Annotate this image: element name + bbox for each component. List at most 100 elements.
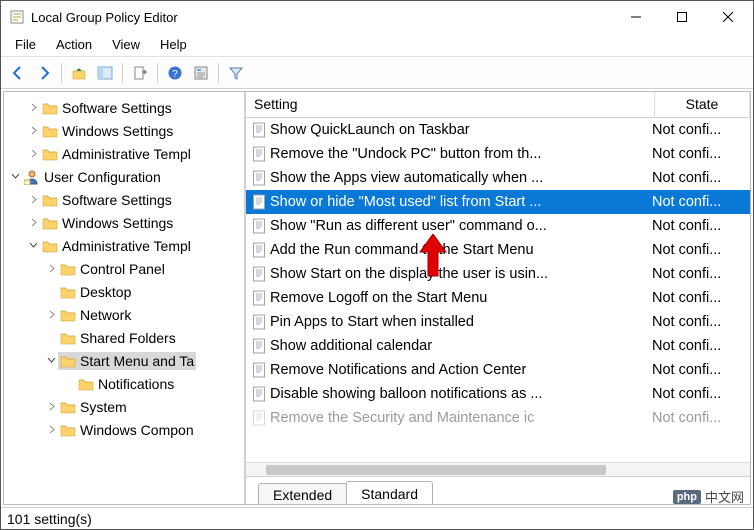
horizontal-scrollbar[interactable]	[246, 462, 750, 476]
tree-item[interactable]: Shared Folders	[4, 326, 244, 349]
collapse-icon[interactable]	[44, 356, 58, 365]
setting-state: Not confi...	[652, 338, 744, 354]
tree-item[interactable]: Control Panel	[4, 257, 244, 280]
expand-icon[interactable]	[26, 149, 40, 158]
setting-state: Not confi...	[652, 386, 744, 402]
setting-name: Show or hide "Most used" list from Start…	[270, 194, 652, 210]
policy-item-icon	[252, 386, 266, 402]
list-row[interactable]: Show or hide "Most used" list from Start…	[246, 190, 750, 214]
setting-name: Show QuickLaunch on Taskbar	[270, 122, 652, 138]
folder-icon	[60, 307, 76, 323]
close-button[interactable]	[705, 1, 751, 33]
watermark-text: 中文网	[705, 487, 744, 506]
setting-state: Not confi...	[652, 290, 744, 306]
folder-icon	[60, 330, 76, 346]
column-header-setting[interactable]: Setting	[246, 92, 655, 117]
menu-help[interactable]: Help	[150, 35, 197, 54]
list-row[interactable]: Show the Apps view automatically when ..…	[246, 166, 750, 190]
policy-item-icon	[252, 314, 266, 330]
tree-panel[interactable]: Software SettingsWindows SettingsAdminis…	[4, 92, 246, 504]
folder-icon	[60, 261, 76, 277]
expand-icon[interactable]	[26, 126, 40, 135]
tree-item[interactable]: Windows Compon	[4, 418, 244, 441]
list-row[interactable]: Remove Notifications and Action CenterNo…	[246, 358, 750, 382]
properties-button[interactable]	[190, 62, 212, 84]
export-button[interactable]	[129, 62, 151, 84]
policy-item-icon	[252, 218, 266, 234]
list-row[interactable]: Pin Apps to Start when installedNot conf…	[246, 310, 750, 334]
forward-button[interactable]	[33, 62, 55, 84]
app-icon	[9, 9, 25, 25]
expand-icon[interactable]	[26, 103, 40, 112]
filter-button[interactable]	[225, 62, 247, 84]
tab-standard[interactable]: Standard	[346, 481, 433, 504]
setting-state: Not confi...	[652, 170, 744, 186]
show-tree-button[interactable]	[94, 62, 116, 84]
svg-text:?: ?	[172, 69, 178, 80]
tree-item[interactable]: Notifications	[4, 372, 244, 395]
expand-icon[interactable]	[26, 195, 40, 204]
tree-item[interactable]: User Configuration	[4, 165, 244, 188]
list-row[interactable]: Remove Logoff on the Start MenuNot confi…	[246, 286, 750, 310]
tree-item[interactable]: Start Menu and Ta	[4, 349, 244, 372]
column-header-state[interactable]: State	[655, 92, 750, 117]
list-row[interactable]: Show additional calendarNot confi...	[246, 334, 750, 358]
tree-item[interactable]: Software Settings	[4, 188, 244, 211]
tree-item-label: Shared Folders	[80, 330, 176, 346]
list-row[interactable]: Show "Run as different user" command o..…	[246, 214, 750, 238]
setting-state: Not confi...	[652, 194, 744, 210]
menu-view[interactable]: View	[102, 35, 150, 54]
setting-name: Pin Apps to Start when installed	[270, 314, 652, 330]
toolbar-separator	[122, 63, 123, 83]
up-folder-button[interactable]	[68, 62, 90, 84]
titlebar[interactable]: Local Group Policy Editor	[1, 1, 753, 33]
help-button[interactable]: ?	[164, 62, 186, 84]
expand-icon[interactable]	[44, 402, 58, 411]
collapse-icon[interactable]	[8, 172, 22, 181]
tree-item-label: Notifications	[98, 376, 174, 392]
list-row[interactable]: Add the Run command to the Start MenuNot…	[246, 238, 750, 262]
maximize-button[interactable]	[659, 1, 705, 33]
collapse-icon[interactable]	[26, 241, 40, 250]
minimize-button[interactable]	[613, 1, 659, 33]
tree-item[interactable]: Administrative Templ	[4, 234, 244, 257]
tree-item-label: Network	[80, 307, 131, 323]
tree-item[interactable]: Network	[4, 303, 244, 326]
expand-icon[interactable]	[44, 310, 58, 319]
expand-icon[interactable]	[26, 218, 40, 227]
list-row[interactable]: Show QuickLaunch on TaskbarNot confi...	[246, 118, 750, 142]
folder-icon	[60, 353, 76, 369]
policy-item-icon	[252, 338, 266, 354]
folder-icon	[60, 422, 76, 438]
list-body[interactable]: Show QuickLaunch on TaskbarNot confi...R…	[246, 118, 750, 462]
tree-item-label: Software Settings	[62, 192, 172, 208]
tree-item-label: Administrative Templ	[62, 146, 191, 162]
tab-extended[interactable]: Extended	[258, 483, 347, 504]
menu-action[interactable]: Action	[46, 35, 102, 54]
setting-state: Not confi...	[652, 122, 744, 138]
list-row[interactable]: Remove the "Undock PC" button from th...…	[246, 142, 750, 166]
tree-item[interactable]: Desktop	[4, 280, 244, 303]
menu-file[interactable]: File	[5, 35, 46, 54]
list-row[interactable]: Remove the Security and Maintenance icNo…	[246, 406, 750, 430]
setting-state: Not confi...	[652, 146, 744, 162]
list-row[interactable]: Show Start on the display the user is us…	[246, 262, 750, 286]
toolbar: ?	[1, 57, 753, 89]
folder-icon	[42, 215, 58, 231]
list-row[interactable]: Disable showing balloon notifications as…	[246, 382, 750, 406]
tree-item[interactable]: Windows Settings	[4, 211, 244, 234]
tree-item[interactable]: Administrative Templ	[4, 142, 244, 165]
setting-name: Remove Logoff on the Start Menu	[270, 290, 652, 306]
tree-item[interactable]: System	[4, 395, 244, 418]
tree-item[interactable]: Software Settings	[4, 96, 244, 119]
setting-state: Not confi...	[652, 218, 744, 234]
tree-item[interactable]: Windows Settings	[4, 119, 244, 142]
folder-icon	[42, 146, 58, 162]
back-button[interactable]	[7, 62, 29, 84]
expand-icon[interactable]	[44, 425, 58, 434]
folder-icon	[42, 192, 58, 208]
expand-icon[interactable]	[44, 264, 58, 273]
folder-icon	[42, 100, 58, 116]
setting-name: Show the Apps view automatically when ..…	[270, 170, 652, 186]
toolbar-separator	[157, 63, 158, 83]
